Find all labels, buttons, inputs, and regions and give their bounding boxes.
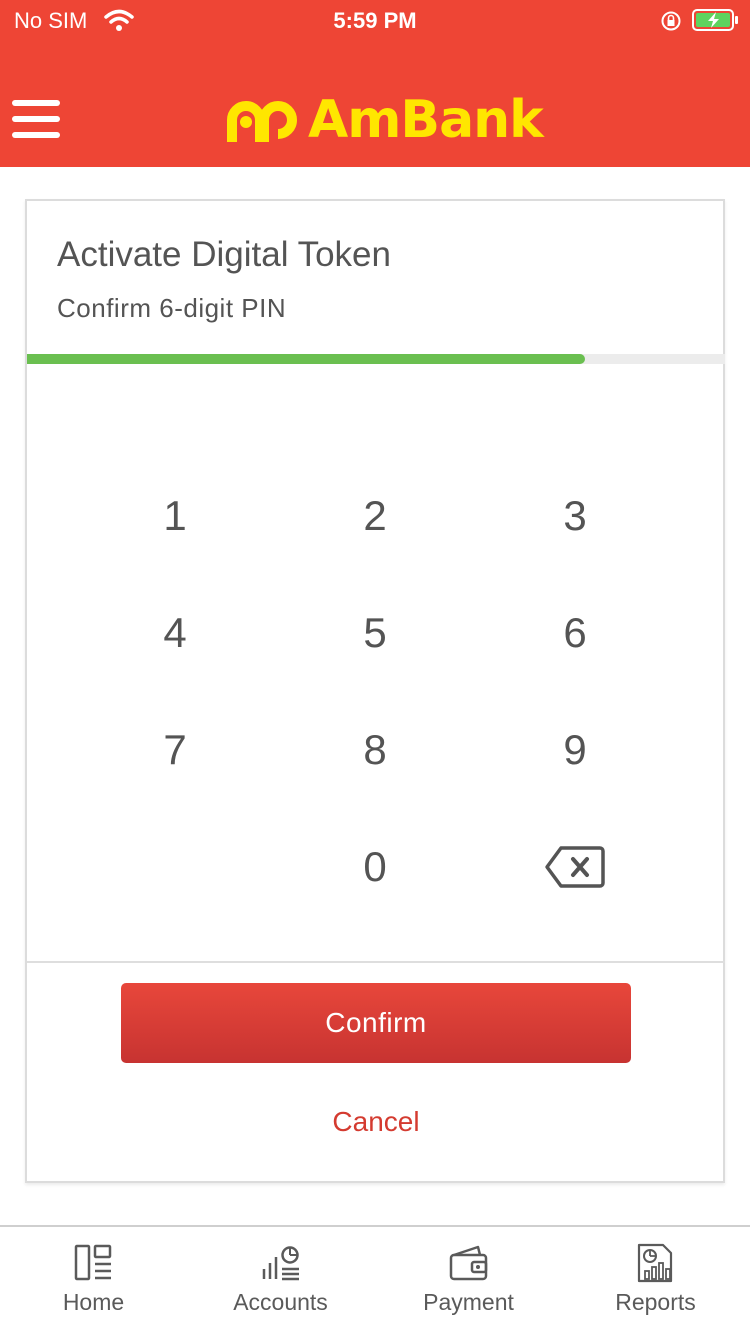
key-4[interactable]: 4 bbox=[75, 574, 275, 691]
page-subtitle: Confirm 6-digit PIN bbox=[57, 293, 287, 323]
tab-accounts-label: Accounts bbox=[233, 1289, 328, 1315]
page-title: Activate Digital Token bbox=[57, 235, 391, 274]
activate-token-card: Activate Digital Token Confirm 6-digit P… bbox=[25, 199, 725, 1183]
confirm-button[interactable]: Confirm bbox=[121, 983, 631, 1063]
reports-icon bbox=[637, 1243, 673, 1283]
backspace-button[interactable] bbox=[475, 808, 675, 925]
key-8[interactable]: 8 bbox=[275, 691, 475, 808]
key-6[interactable]: 6 bbox=[475, 574, 675, 691]
clock: 5:59 PM bbox=[333, 8, 417, 33]
key-2[interactable]: 2 bbox=[275, 457, 475, 574]
tab-payment-label: Payment bbox=[423, 1289, 514, 1315]
menu-button[interactable] bbox=[12, 100, 60, 142]
pin-keypad: 1 2 3 4 5 6 7 8 9 0 bbox=[75, 457, 675, 927]
wallet-icon bbox=[449, 1245, 488, 1281]
key-9[interactable]: 9 bbox=[475, 691, 675, 808]
progress-bar bbox=[27, 354, 725, 364]
status-bar: No SIM 5:59 PM bbox=[0, 0, 750, 40]
battery-icon bbox=[692, 9, 738, 31]
brand-name: AmBank bbox=[308, 90, 544, 150]
backspace-icon bbox=[545, 845, 605, 888]
tab-accounts[interactable]: Accounts bbox=[187, 1227, 374, 1334]
menu-icon-bar bbox=[12, 100, 60, 106]
key-7[interactable]: 7 bbox=[75, 691, 275, 808]
ambank-logo: AmBank bbox=[220, 90, 570, 150]
divider bbox=[27, 961, 725, 963]
menu-icon-bar bbox=[12, 116, 60, 122]
tab-payment[interactable]: Payment bbox=[375, 1227, 562, 1334]
key-1[interactable]: 1 bbox=[75, 457, 275, 574]
progress-bar-fill bbox=[27, 354, 586, 364]
tab-home[interactable]: Home bbox=[0, 1227, 187, 1334]
tab-reports-label: Reports bbox=[615, 1289, 696, 1315]
tab-home-label: Home bbox=[62, 1289, 125, 1315]
ambank-logo-icon bbox=[227, 101, 298, 142]
accounts-icon bbox=[262, 1246, 299, 1281]
rotation-lock-icon bbox=[661, 11, 681, 31]
bottom-tab-bar: Home Accounts Payment Reports bbox=[0, 1225, 750, 1334]
home-icon bbox=[74, 1244, 112, 1281]
app-header: No SIM 5:59 PM AmBank bbox=[0, 0, 750, 167]
key-5[interactable]: 5 bbox=[275, 574, 475, 691]
cancel-button[interactable]: Cancel bbox=[27, 1106, 725, 1138]
tab-reports[interactable]: Reports bbox=[562, 1227, 749, 1334]
key-3[interactable]: 3 bbox=[475, 457, 675, 574]
menu-icon-bar bbox=[12, 132, 60, 138]
key-0[interactable]: 0 bbox=[275, 808, 475, 925]
